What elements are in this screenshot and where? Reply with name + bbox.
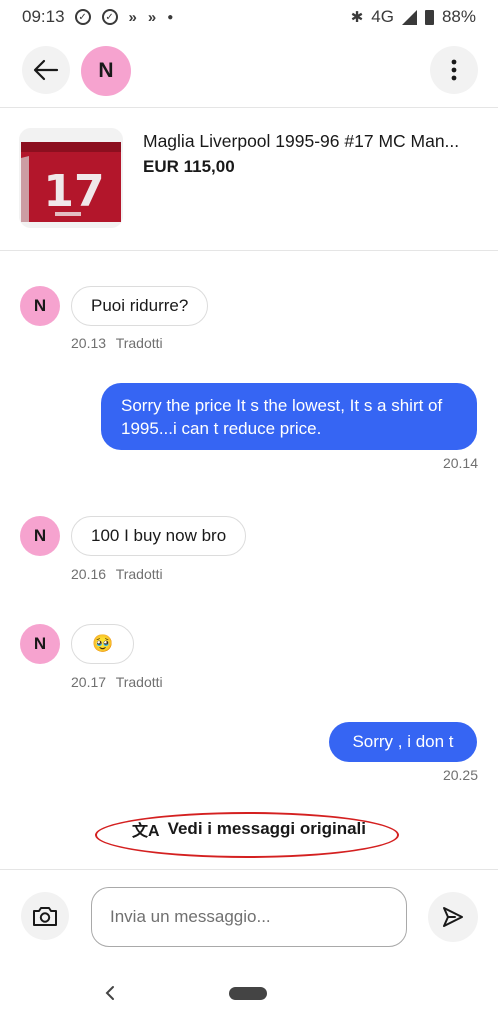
message-bubble[interactable]: Sorry , i don t [329,722,477,762]
system-back-button[interactable] [100,982,120,1004]
translated-label: Tradotti [115,335,163,351]
avatar[interactable]: N [81,46,131,96]
status-bar: 09:13 ✓ ✓ » » ● ✱ 4G 88% [0,0,498,34]
item-price: EUR 115,00 [143,157,235,176]
svg-text:17: 17 [43,166,104,217]
arrow-left-icon [33,59,59,81]
composer-divider [0,869,498,870]
check-circle-icon: ✓ [74,9,91,25]
notification-icons: ✓ ✓ » » ● [74,8,174,26]
show-original-messages-button[interactable]: 文A Vedi i messaggi originali [0,817,498,841]
message-meta: 20.16 Tradotti [71,566,169,582]
show-original-label: Vedi i messaggi originali [167,819,366,838]
chevron-left-icon [105,986,114,1000]
message-meta: 20.17 Tradotti [71,674,169,690]
message-bubble[interactable]: 🥹 [71,624,135,664]
message-time: 20.14 [442,455,478,471]
network-type: 4G [371,7,394,26]
translated-label: Tradotti [115,566,163,582]
item-thumbnail[interactable]: 17 [19,128,123,228]
message-time: 20.17 [71,674,107,690]
send-button[interactable] [428,892,478,942]
signal-icon [401,9,417,25]
more-vertical-icon [451,59,457,81]
avatar[interactable]: N [20,624,60,664]
battery-level: 88% [441,7,476,26]
status-time: 09:13 [22,7,65,26]
message-bubble[interactable]: Puoi ridurre? [71,286,209,326]
shirt-photo: 17 [19,128,123,228]
conversation-header: N [0,44,498,100]
message-time: 20.16 [71,566,107,582]
camera-icon [33,907,57,926]
bluetooth-icon: ✱ [350,9,364,26]
ebay-notification-icon: » [128,8,137,26]
battery-icon [424,9,434,25]
message-time: 20.13 [71,335,107,351]
back-button[interactable] [22,46,70,94]
translate-icon: 文A [132,823,160,840]
message-meta: 20.13 Tradotti [71,335,169,351]
item-card[interactable]: 17 Maglia Liverpool 1995-96 #17 MC Man..… [0,124,498,230]
header-divider [0,107,498,108]
message-bubble[interactable]: 100 I buy now bro [71,516,247,556]
more-options-button[interactable] [430,46,478,94]
check-circle-icon: ✓ [101,9,118,25]
message-input[interactable] [91,887,407,947]
avatar[interactable]: N [20,286,60,326]
system-home-button[interactable] [229,987,267,1000]
camera-button[interactable] [21,892,69,940]
translated-label: Tradotti [115,674,163,690]
avatar[interactable]: N [20,516,60,556]
dot-icon: ● [167,11,174,23]
message-bubble[interactable]: Sorry the price It s the lowest, It s a … [101,383,477,450]
item-divider [0,250,498,251]
item-title[interactable]: Maglia Liverpool 1995-96 #17 MC Man... [143,131,483,152]
ebay-notification-icon: » [147,8,157,26]
send-icon [443,907,463,927]
message-time: 20.25 [442,767,478,783]
